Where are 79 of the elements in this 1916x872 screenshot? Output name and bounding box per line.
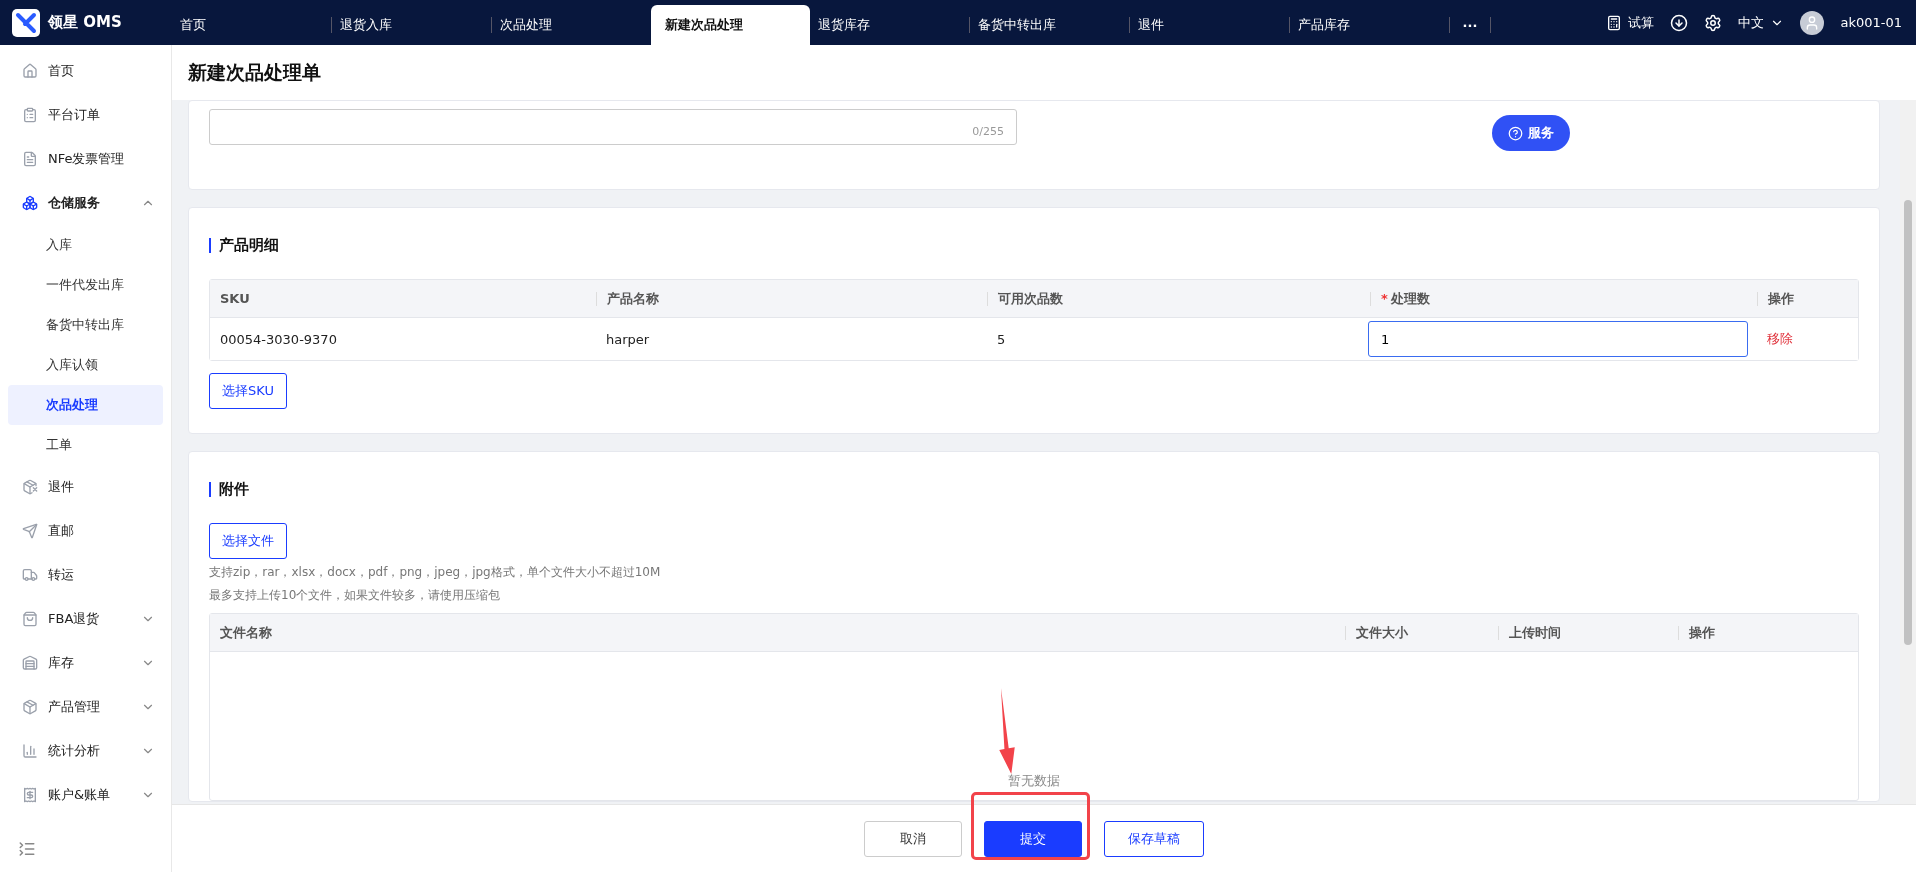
avatar-icon[interactable] bbox=[1800, 10, 1825, 35]
select-file-button[interactable]: 选择文件 bbox=[209, 523, 287, 559]
sidebar-item[interactable]: 退件 bbox=[8, 465, 163, 509]
column-header: 操作 bbox=[1757, 291, 1858, 306]
remove-link[interactable]: 移除 bbox=[1757, 331, 1793, 346]
menu-icon bbox=[22, 567, 38, 583]
scrollbar[interactable] bbox=[1900, 100, 1916, 804]
nav-tab[interactable]: 退货库存 bbox=[810, 5, 969, 45]
menu-icon bbox=[22, 699, 38, 715]
sidebar-item[interactable]: 统计分析 bbox=[8, 729, 163, 773]
upload-hint: 最多支持上传10个文件，如果文件较多，请使用压缩包 bbox=[209, 587, 502, 604]
menu-icon bbox=[22, 611, 38, 627]
calculator-button[interactable]: 试算 bbox=[1606, 13, 1655, 32]
download-icon[interactable] bbox=[1670, 13, 1689, 32]
menu-icon bbox=[22, 63, 38, 79]
menu-icon bbox=[22, 743, 38, 759]
column-header: 上传时间 bbox=[1498, 625, 1678, 640]
menu-icon bbox=[22, 655, 38, 671]
table-cell-text: 5 bbox=[996, 331, 1007, 347]
menu-icon bbox=[22, 195, 38, 211]
menu-icon bbox=[22, 479, 38, 495]
column-header: 产品名称 bbox=[596, 291, 987, 306]
help-icon bbox=[1508, 125, 1523, 141]
more-tabs-button[interactable]: ··· bbox=[1450, 5, 1490, 45]
sidebar-item[interactable]: 平台订单 bbox=[8, 93, 163, 137]
quantity-input[interactable]: 1 bbox=[1368, 321, 1748, 357]
sidebar-subitem[interactable]: 次品处理 bbox=[8, 385, 163, 425]
page-title: 新建次品处理单 bbox=[188, 59, 321, 85]
upload-hint: 支持zip，rar，xlsx，docx，pdf，png，jpeg，jpg格式，单个文件大小不超过10M bbox=[209, 564, 662, 581]
sidebar-subitem[interactable]: 一件代发出库 bbox=[8, 265, 163, 305]
sidebar-item[interactable]: 首页 bbox=[8, 49, 163, 93]
sidebar-item[interactable]: 库存 bbox=[8, 641, 163, 685]
column-header: 文件名称 bbox=[219, 625, 273, 640]
sidebar-item[interactable]: 产品管理 bbox=[8, 685, 163, 729]
language-dropdown[interactable]: 中文 bbox=[1738, 13, 1785, 32]
calculator-icon bbox=[1606, 14, 1623, 31]
service-button[interactable]: 服务 bbox=[1492, 115, 1570, 151]
table-cell-text: harper bbox=[605, 331, 651, 347]
nav-tab[interactable]: 次品处理 bbox=[492, 5, 651, 45]
settings-icon[interactable] bbox=[1704, 13, 1723, 32]
sidebar-item[interactable]: 转运 bbox=[8, 553, 163, 597]
section-title: 产品明细 bbox=[209, 238, 1859, 253]
menu-icon bbox=[22, 107, 38, 123]
menu-icon bbox=[22, 151, 38, 167]
nav-tab[interactable]: 退件 bbox=[1130, 5, 1289, 45]
nav-tab[interactable]: 退货入库 bbox=[332, 5, 491, 45]
sidebar-item[interactable]: FBA退货 bbox=[8, 597, 163, 641]
collapse-menu-icon[interactable] bbox=[18, 840, 36, 858]
select-sku-button[interactable]: 选择SKU bbox=[209, 373, 287, 409]
logo-icon bbox=[12, 8, 40, 37]
column-header: 可用次品数 bbox=[987, 291, 1370, 306]
column-header: * 处理数 bbox=[1370, 291, 1757, 306]
footer-button[interactable]: 保存草稿 bbox=[1104, 820, 1204, 857]
section-title: 附件 bbox=[209, 482, 1859, 497]
nav-tab[interactable]: 备货中转出库 bbox=[970, 5, 1129, 45]
sidebar-item[interactable]: 账户&账单 bbox=[8, 773, 163, 817]
column-header: SKU bbox=[219, 291, 251, 306]
user-name[interactable]: ak001-01 bbox=[1840, 15, 1902, 30]
sidebar-subitem[interactable]: 工单 bbox=[8, 425, 163, 465]
nav-tab[interactable]: 产品库存 bbox=[1290, 5, 1449, 45]
logo-text: 领星 OMS bbox=[48, 13, 122, 32]
sidebar-subitem[interactable]: 备货中转出库 bbox=[8, 305, 163, 345]
empty-text: 暂无数据 bbox=[1008, 772, 1060, 790]
footer-button[interactable]: 提交 bbox=[984, 820, 1082, 857]
char-counter: 0/255 bbox=[972, 125, 1004, 138]
required-mark: * bbox=[1381, 290, 1388, 306]
sidebar-item[interactable]: 直邮 bbox=[8, 509, 163, 553]
sidebar-subitem[interactable]: 入库 bbox=[8, 225, 163, 265]
footer-button[interactable]: 取消 bbox=[864, 820, 962, 857]
sidebar-subitem[interactable]: 入库认领 bbox=[8, 345, 163, 385]
sidebar-item[interactable]: 仓储服务 bbox=[8, 181, 163, 225]
menu-icon bbox=[22, 787, 38, 803]
menu-icon bbox=[22, 523, 38, 539]
column-header: 文件大小 bbox=[1345, 625, 1498, 640]
nav-tab[interactable]: 新建次品处理 bbox=[651, 5, 810, 45]
nav-tab[interactable]: 首页 bbox=[172, 5, 331, 45]
column-header: 操作 bbox=[1678, 625, 1858, 640]
sidebar-item[interactable]: NFe发票管理 bbox=[8, 137, 163, 181]
table-cell-text: 00054-3030-9370 bbox=[219, 331, 338, 347]
